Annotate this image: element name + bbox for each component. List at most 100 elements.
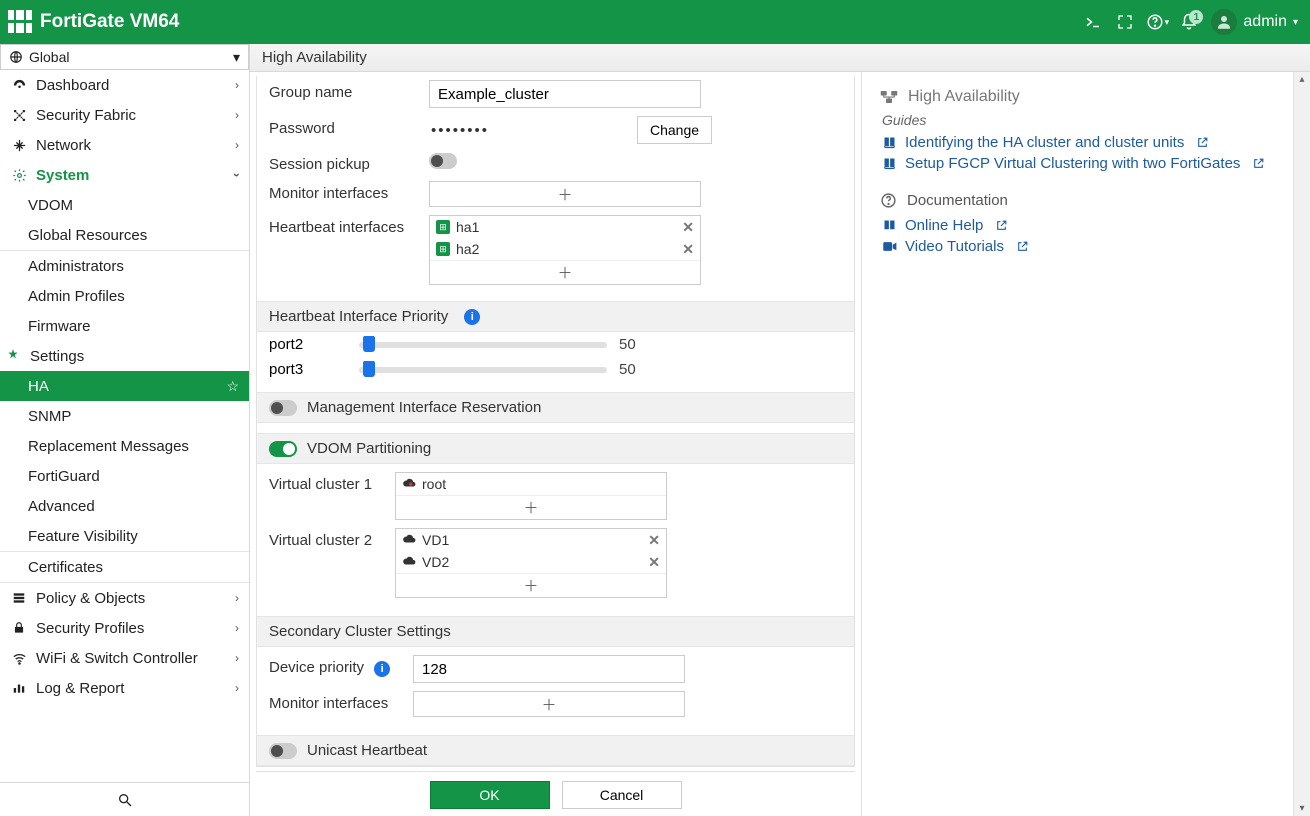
nav-policy-objects[interactable]: Policy & Objects›: [0, 583, 249, 613]
documentation-heading: Documentation: [880, 192, 1275, 209]
remove-icon[interactable]: ✕: [648, 532, 660, 549]
nav-system-advanced[interactable]: Advanced: [0, 491, 249, 521]
monitor-interfaces-box[interactable]: ＋: [429, 181, 701, 207]
fabric-icon: [10, 106, 28, 124]
external-link-icon: [1016, 240, 1029, 253]
vdom-partitioning-toggle[interactable]: [269, 441, 297, 457]
notifications-icon[interactable]: 1: [1173, 6, 1205, 38]
guide-link[interactable]: Identifying the HA cluster and cluster u…: [880, 132, 1275, 153]
nav-dashboard[interactable]: Dashboard›: [0, 70, 249, 100]
new-badge-icon: [6, 348, 22, 364]
external-link-icon: [1196, 136, 1209, 149]
doc-link-video-tutorials[interactable]: Video Tutorials: [880, 236, 1275, 257]
vdom-row[interactable]: root: [396, 473, 666, 495]
chevron-down-icon: ›: [230, 173, 244, 177]
heartbeat-interface-row[interactable]: ⊞ha1✕: [430, 216, 700, 238]
heartbeat-interfaces-label: Heartbeat interfaces: [269, 215, 429, 236]
sidebar-search[interactable]: [0, 782, 249, 816]
chevron-right-icon: ›: [235, 78, 239, 92]
nav-system-replacement-messages[interactable]: Replacement Messages: [0, 431, 249, 461]
scroll-up-icon[interactable]: ▴: [1294, 74, 1310, 85]
nav-system-vdom[interactable]: VDOM: [0, 190, 249, 220]
scrollbar[interactable]: ▴ ▾: [1293, 72, 1310, 816]
session-pickup-toggle[interactable]: [429, 153, 457, 169]
nav-security-fabric[interactable]: Security Fabric›: [0, 100, 249, 130]
nav-system-settings[interactable]: Settings: [0, 341, 249, 371]
vdom-row[interactable]: VD1✕: [396, 529, 666, 551]
remove-icon[interactable]: ✕: [682, 241, 694, 258]
globe-icon: [9, 50, 23, 64]
nav-network[interactable]: Network›: [0, 130, 249, 160]
device-priority-label: Device priority: [269, 659, 364, 676]
fortinet-logo-icon: [8, 10, 32, 34]
unicast-heartbeat-toggle[interactable]: [269, 743, 297, 759]
nav-security-profiles[interactable]: Security Profiles›: [0, 613, 249, 643]
hb-priority-row: port3 50: [257, 357, 854, 382]
nav-log-report[interactable]: Log & Report›: [0, 673, 249, 703]
chevron-right-icon: ›: [235, 681, 239, 695]
book-icon: [882, 218, 897, 233]
dashboard-icon: [10, 76, 28, 94]
sidebar: Global ▾ Dashboard› Security Fabric› Net…: [0, 44, 250, 816]
add-vdom-vc2[interactable]: ＋: [396, 573, 666, 597]
ha-form: Group name Password •••••••• Change Sess…: [256, 76, 855, 767]
nav-system-feature-visibility[interactable]: Feature Visibility: [0, 521, 249, 551]
user-menu[interactable]: admin ▾: [1205, 9, 1302, 35]
nav-system[interactable]: System›: [0, 160, 249, 190]
book-icon: [882, 156, 897, 171]
cancel-button[interactable]: Cancel: [562, 781, 682, 809]
add-monitor-interface[interactable]: ＋: [430, 182, 700, 206]
change-password-button[interactable]: Change: [637, 116, 712, 144]
info-icon[interactable]: i: [464, 309, 480, 325]
group-name-input[interactable]: [429, 80, 701, 108]
nav-system-global-resources[interactable]: Global Resources: [0, 220, 249, 250]
device-priority-input[interactable]: [413, 655, 685, 683]
nav-system-snmp[interactable]: SNMP: [0, 401, 249, 431]
nav-system-admin-profiles[interactable]: Admin Profiles: [0, 281, 249, 311]
fullscreen-icon[interactable]: [1109, 6, 1141, 38]
nav-system-administrators[interactable]: Administrators: [0, 251, 249, 281]
info-icon[interactable]: i: [374, 661, 390, 677]
external-link-icon: [995, 219, 1008, 232]
vdom-row[interactable]: VD2✕: [396, 551, 666, 573]
hb-priority-slider[interactable]: [359, 342, 607, 348]
guide-link[interactable]: Setup FGCP Virtual Clustering with two F…: [880, 153, 1275, 174]
session-pickup-label: Session pickup: [269, 152, 429, 173]
chevron-down-icon: ▾: [233, 49, 240, 66]
vdom-partitioning-section: VDOM Partitioning: [257, 433, 854, 464]
virtual-cluster-2-label: Virtual cluster 2: [269, 528, 395, 549]
doc-link-online-help[interactable]: Online Help: [880, 215, 1275, 236]
vdom-icon: [402, 533, 416, 548]
vdom-selector[interactable]: Global ▾: [0, 44, 249, 70]
nav-system-firmware[interactable]: Firmware: [0, 311, 249, 341]
nav-system-certificates[interactable]: Certificates: [0, 552, 249, 582]
search-icon: [117, 792, 133, 808]
gear-icon: [10, 166, 28, 184]
add-heartbeat-interface[interactable]: ＋: [430, 260, 700, 284]
add-vdom-vc1[interactable]: ＋: [396, 495, 666, 519]
cli-icon[interactable]: [1077, 6, 1109, 38]
help-icon[interactable]: ▾: [1141, 6, 1173, 38]
scroll-down-icon[interactable]: ▾: [1294, 803, 1310, 814]
avatar-icon: [1211, 9, 1237, 35]
hb-priority-slider[interactable]: [359, 367, 607, 373]
secondary-cluster-section: Secondary Cluster Settings: [257, 616, 854, 647]
ok-button[interactable]: OK: [430, 781, 550, 809]
chevron-right-icon: ›: [235, 621, 239, 635]
add-secondary-monitor-interface[interactable]: ＋: [414, 692, 684, 716]
heartbeat-interface-row[interactable]: ⊞ha2✕: [430, 238, 700, 260]
remove-icon[interactable]: ✕: [682, 219, 694, 236]
heartbeat-interfaces-box: ⊞ha1✕ ⊞ha2✕ ＋: [429, 215, 701, 285]
star-icon[interactable]: ☆: [226, 378, 239, 395]
remove-icon[interactable]: ✕: [648, 554, 660, 571]
book-icon: [882, 135, 897, 150]
nav-wifi-switch[interactable]: WiFi & Switch Controller›: [0, 643, 249, 673]
nav-system-ha[interactable]: HA☆: [0, 371, 249, 401]
mgmt-iface-res-toggle[interactable]: [269, 400, 297, 416]
monitor-interfaces-label: Monitor interfaces: [269, 181, 429, 202]
chevron-right-icon: ›: [235, 591, 239, 605]
external-link-icon: [1252, 157, 1265, 170]
nav-system-fortiguard[interactable]: FortiGuard: [0, 461, 249, 491]
secondary-monitor-interfaces-box[interactable]: ＋: [413, 691, 685, 717]
question-icon: [880, 192, 897, 209]
